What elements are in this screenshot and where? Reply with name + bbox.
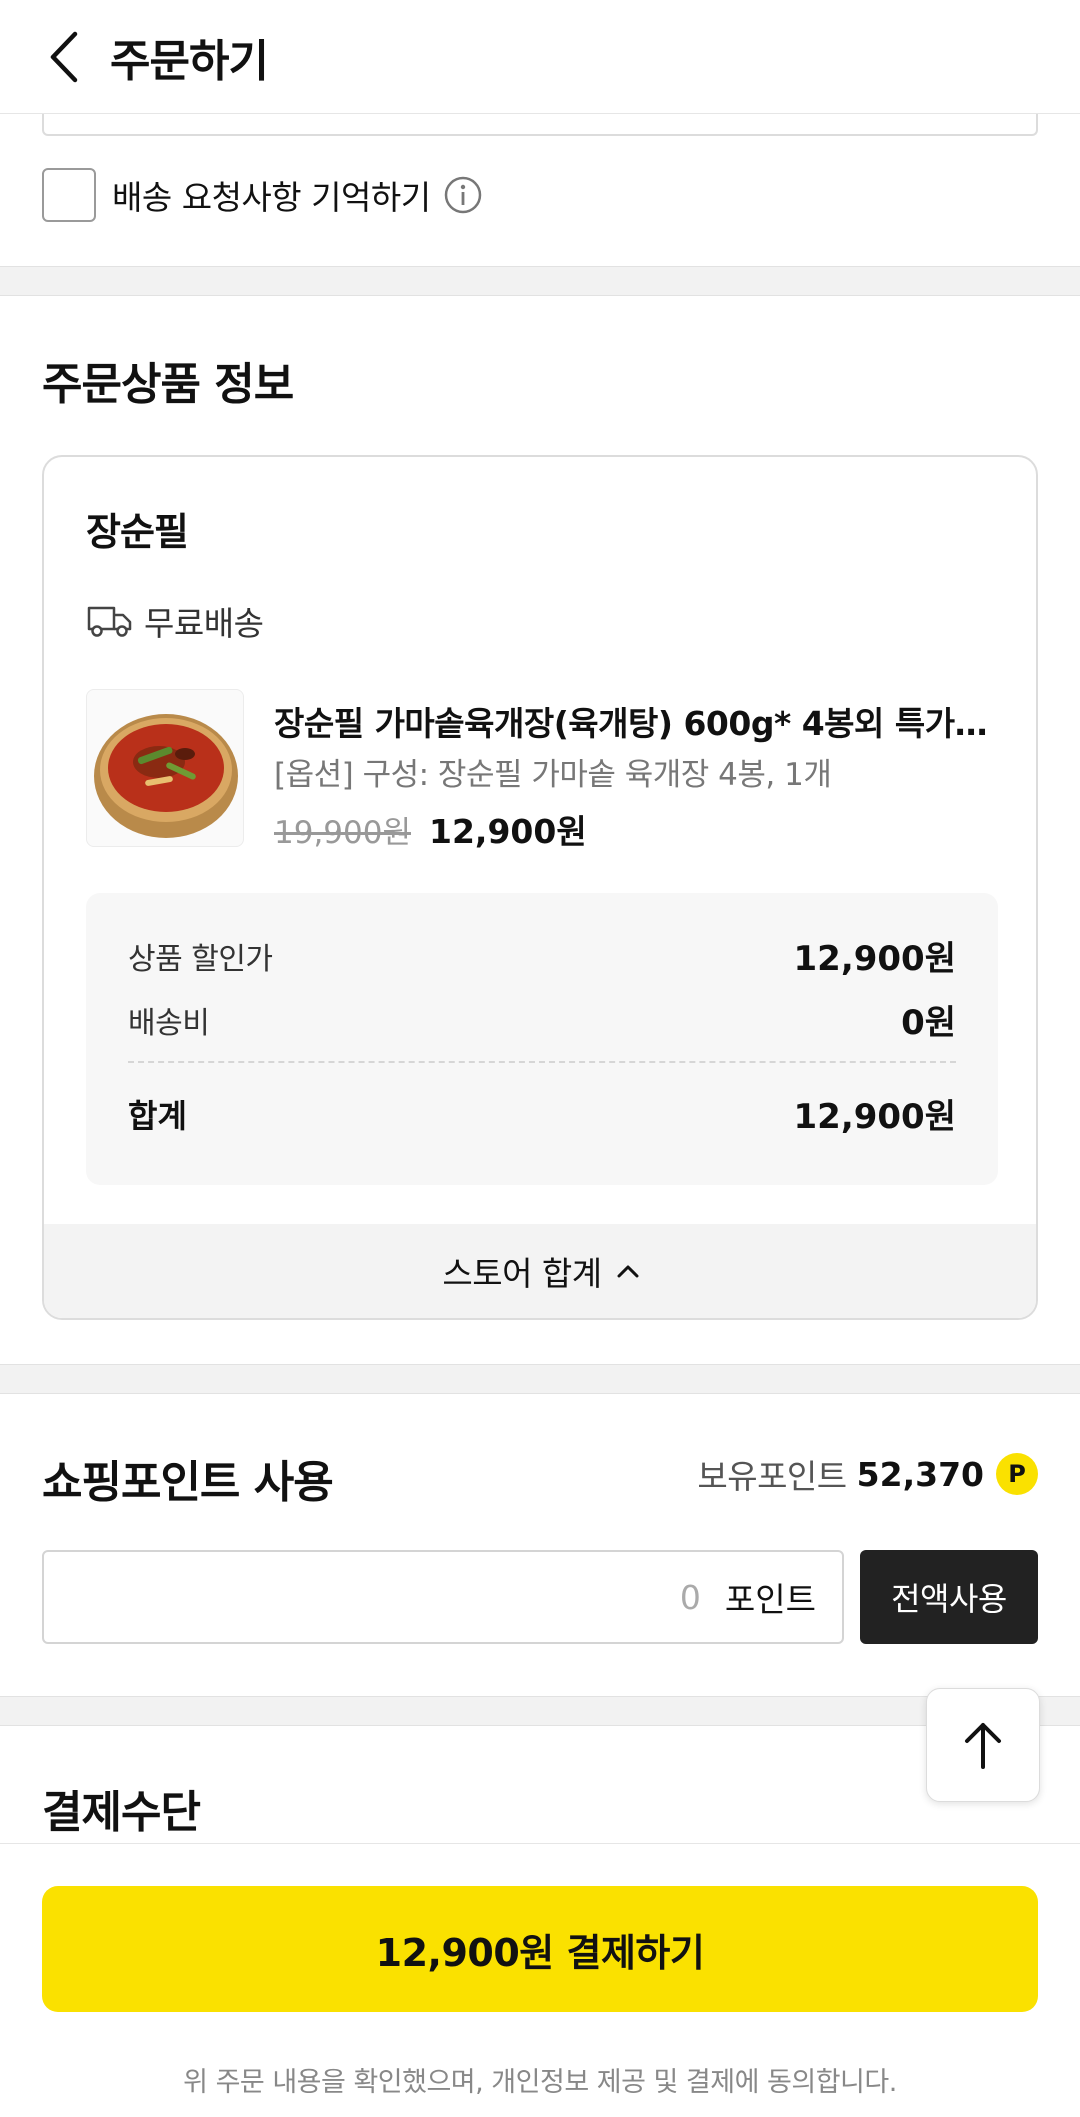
store-card: 장순필 무료배송 장순필 가마솥육개장(육개탕) 600g* 4봉외 특가상… … [42,455,1038,1320]
held-points-value: 52,370 [856,1454,984,1494]
scroll-to-top-button[interactable] [926,1688,1040,1802]
pay-button[interactable]: 12,900원 결제하기 [42,1886,1038,2012]
remember-request-row: 배송 요청사항 기억하기 [42,168,483,222]
payment-method-title: 결제수단 [42,1787,201,1838]
remember-request-checkbox[interactable] [42,168,96,222]
remember-request-label: 배송 요청사항 기억하기 [112,178,431,217]
points-input-value: 0 [679,1577,701,1617]
summary-divider [128,1061,956,1063]
chevron-up-icon [614,1257,642,1285]
order-items-title: 주문상품 정보 [42,359,294,410]
section-divider [0,1696,1080,1726]
back-button[interactable] [30,22,100,92]
truck-icon [87,606,132,637]
shipping-fee-label: 배송비 [128,1005,210,1041]
point-badge-icon: P [996,1453,1038,1495]
discount-price-value: 12,900원 [793,939,956,979]
total-row: 합계 12,900원 [128,1089,956,1138]
shipping-info: 무료배송 [86,597,264,645]
discount-price-label: 상품 할인가 [128,941,273,977]
chevron-left-icon [50,31,78,82]
original-price: 19,900원 [274,815,411,851]
shipping-label: 무료배송 [144,604,264,643]
use-all-points-button[interactable]: 전액사용 [860,1550,1038,1644]
product-price: 19,900원 12,900원 [274,805,587,853]
section-divider [0,1364,1080,1394]
product-option: [옵션] 구성: 장순필 가마솥 육개장 4봉, 1개 [274,757,832,793]
agreement-text: 위 주문 내용을 확인했으며, 개인정보 제공 및 결제에 동의합니다. [183,2067,897,2098]
held-points-label: 보유포인트 [697,1457,847,1496]
held-points: 보유포인트 52,370 P [697,1450,1038,1498]
product-image[interactable] [86,689,244,847]
discount-price-row: 상품 할인가 12,900원 [128,931,956,980]
points-title: 쇼핑포인트 사용 [42,1457,334,1508]
shipping-fee-row: 배송비 0원 [128,995,956,1044]
info-icon[interactable] [443,175,483,215]
sale-price: 12,900원 [429,812,587,851]
shipping-fee-value: 0원 [901,1003,956,1043]
total-label: 합계 [128,1096,187,1135]
store-name: 장순필 [86,510,189,554]
store-total-toggle[interactable]: 스토어 합계 [44,1224,1036,1318]
points-unit: 포인트 [724,1580,816,1619]
arrow-up-icon [965,1723,1001,1769]
app-header: 주문하기 [0,0,1080,114]
page-title: 주문하기 [110,35,269,87]
price-summary: 상품 할인가 12,900원 배송비 0원 합계 12,900원 [86,893,998,1185]
total-value: 12,900원 [793,1097,956,1137]
product-name[interactable]: 장순필 가마솥육개장(육개탕) 600g* 4봉외 특가상… [274,697,994,745]
section-divider [0,266,1080,296]
store-total-label: 스토어 합계 [442,1254,602,1293]
bottom-pay-bar: 12,900원 결제하기 위 주문 내용을 확인했으며, 개인정보 제공 및 결… [0,1843,1080,2117]
points-input[interactable]: 0 포인트 [42,1550,844,1644]
